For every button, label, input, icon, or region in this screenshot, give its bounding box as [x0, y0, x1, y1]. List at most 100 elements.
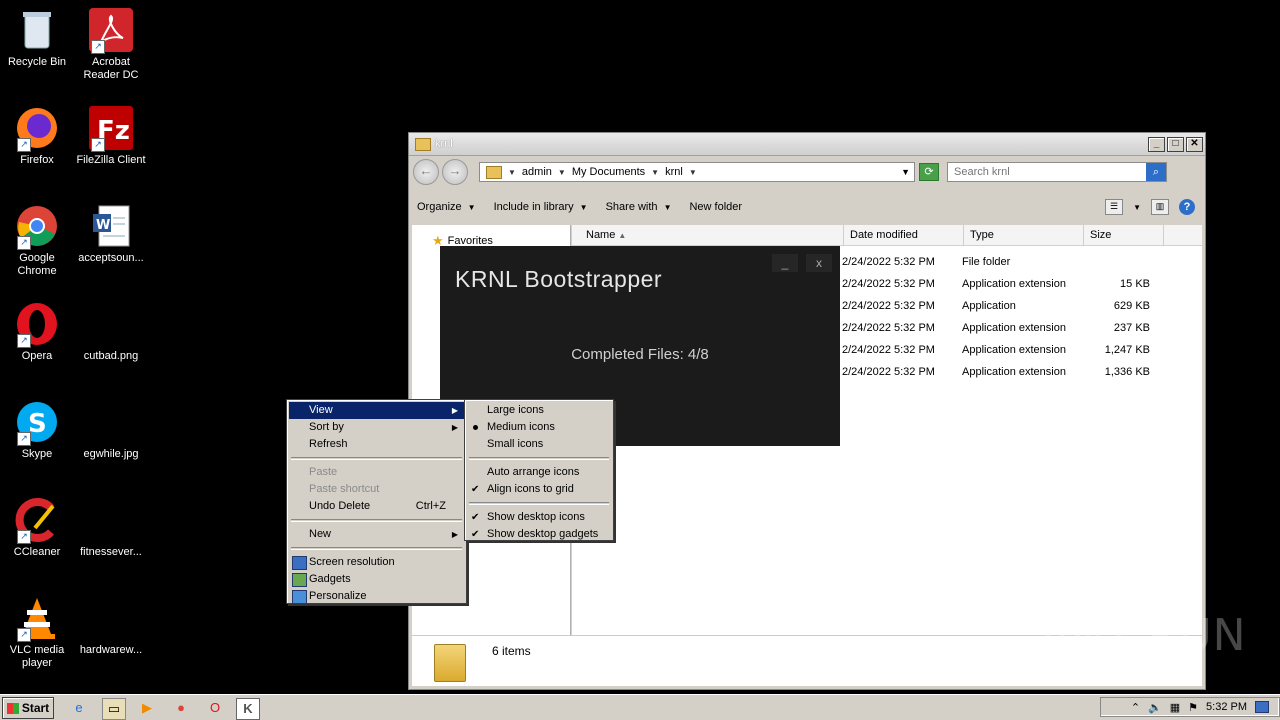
share-label: Share with: [605, 201, 658, 213]
firefox-icon: ↗: [15, 106, 59, 152]
desktop-icon-cutbad[interactable]: cutbad.png: [74, 302, 148, 363]
desktop-icon-label: Acrobat Reader DC: [83, 56, 139, 81]
row-date: 2/24/2022 5:32 PM: [842, 344, 935, 356]
row-date: 2/24/2022 5:32 PM: [842, 278, 935, 290]
share-with-button[interactable]: Share with ▼: [606, 201, 672, 213]
row-date: 2/24/2022 5:32 PM: [842, 322, 935, 334]
menu-item-view[interactable]: View ▶: [289, 402, 464, 419]
table-row[interactable]: 2/24/2022 5:32 PM Application 629 KB: [842, 295, 1150, 317]
chevron-down-icon: ▼: [467, 203, 476, 212]
personalize-icon: [292, 590, 307, 604]
desktop-icon-filezilla[interactable]: Fz ↗ FileZilla Client: [74, 106, 148, 167]
breadcrumb-my-documents[interactable]: My Documents: [572, 166, 645, 178]
table-row[interactable]: 2/24/2022 5:32 PM File folder: [842, 251, 1150, 273]
desktop-icon-hardwarew[interactable]: hardwarew...: [74, 596, 148, 657]
menu-item-show-desktop-icons[interactable]: ✔ Show desktop icons: [467, 509, 611, 526]
search-input[interactable]: [948, 165, 1146, 179]
volume-icon[interactable]: 🔈: [1148, 701, 1162, 714]
menu-item-auto-arrange[interactable]: Auto arrange icons: [467, 464, 611, 481]
column-size[interactable]: Size: [1084, 225, 1164, 245]
search-icon[interactable]: ⌕: [1146, 163, 1166, 181]
menu-item-screen-resolution[interactable]: Screen resolution: [289, 554, 464, 571]
desktop-icon-acrobat[interactable]: ↗ Acrobat Reader DC: [74, 8, 148, 82]
menu-item-personalize[interactable]: Personalize: [289, 588, 464, 605]
menu-item-gadgets[interactable]: Gadgets: [289, 571, 464, 588]
preview-pane-icon[interactable]: ▥: [1151, 199, 1169, 215]
row-date: 2/24/2022 5:32 PM: [842, 256, 935, 268]
menu-item-new[interactable]: New ▶: [289, 526, 464, 543]
menu-item-align-to-grid[interactable]: ✔ Align icons to grid: [467, 481, 611, 498]
breadcrumb-krnl[interactable]: krnl: [665, 166, 683, 178]
explorer-title-bar[interactable]: krnl _ □ ✕: [409, 133, 1205, 156]
help-icon[interactable]: ?: [1179, 199, 1195, 215]
chevron-down-icon: ▼: [579, 203, 588, 212]
menu-item-paste: Paste: [309, 466, 338, 478]
organize-button[interactable]: Organize ▼: [417, 201, 476, 213]
new-folder-button[interactable]: New folder: [689, 201, 742, 213]
internet-explorer-icon[interactable]: e: [68, 698, 90, 718]
checkmark-icon: ✔: [471, 512, 480, 523]
menu-item-undo-delete[interactable]: Undo Delete Ctrl+Z: [289, 498, 464, 515]
minimize-button[interactable]: _: [1148, 136, 1165, 152]
action-center-flag-icon[interactable]: ⚑: [1188, 701, 1198, 714]
desktop-icon-firefox[interactable]: ↗ Firefox: [0, 106, 74, 167]
desktop-icon-skype[interactable]: S ↗ Skype: [0, 400, 74, 461]
breadcrumb-arrow-icon[interactable]: ▼: [651, 168, 659, 177]
view-options-icon[interactable]: ☰: [1105, 199, 1124, 215]
clock[interactable]: 5:32 PM: [1206, 701, 1247, 713]
show-desktop-icon[interactable]: [1255, 701, 1269, 713]
menu-item-show-desktop-gadgets[interactable]: ✔ Show desktop gadgets: [467, 526, 611, 543]
menu-item-sort-by[interactable]: Sort by ▶: [289, 419, 464, 436]
krnl-minimize-button[interactable]: _: [772, 254, 798, 272]
search-box[interactable]: ⌕: [947, 162, 1167, 182]
address-bar[interactable]: ▼ admin ▼ My Documents ▼ krnl ▼ ▼: [479, 162, 915, 182]
address-dropdown-icon[interactable]: ▼: [901, 167, 910, 177]
maximize-button[interactable]: □: [1167, 136, 1184, 152]
menu-item-large-icons[interactable]: Large icons: [467, 402, 611, 419]
desktop-icon-egwhile[interactable]: egwhile.jpg: [74, 400, 148, 461]
chevron-up-icon[interactable]: ⌃: [1131, 701, 1140, 714]
explorer-taskbar-icon[interactable]: ▭: [102, 698, 126, 720]
desktop-icon-label: CCleaner: [13, 546, 61, 558]
breadcrumb-arrow-icon[interactable]: ▼: [508, 168, 516, 177]
breadcrumb-admin[interactable]: admin: [522, 166, 552, 178]
table-row[interactable]: 2/24/2022 5:32 PM Application extension 23…: [842, 317, 1150, 339]
start-button[interactable]: Start: [2, 697, 54, 719]
back-button[interactable]: ←: [413, 159, 439, 185]
organize-label: Organize: [417, 201, 462, 213]
chrome-taskbar-icon[interactable]: ●: [170, 698, 192, 718]
column-date[interactable]: Date modified: [844, 225, 964, 245]
image-file-icon: [89, 302, 133, 346]
krnl-close-button[interactable]: x: [806, 254, 832, 272]
desktop-icon-recycle-bin[interactable]: Recycle Bin: [0, 8, 74, 69]
krnl-taskbar-icon[interactable]: K: [236, 698, 260, 720]
include-in-library-button[interactable]: Include in library ▼: [494, 201, 588, 213]
desktop-icon-vlc[interactable]: ↗ VLC media player: [0, 596, 74, 670]
breadcrumb-arrow-icon[interactable]: ▼: [689, 168, 697, 177]
media-player-icon[interactable]: ▶: [136, 698, 158, 718]
table-row[interactable]: 2/24/2022 5:32 PM Application extension 15…: [842, 273, 1150, 295]
desktop-icon-chrome[interactable]: ↗ Google Chrome: [0, 204, 74, 278]
desktop-icon-opera[interactable]: ↗ Opera: [0, 302, 74, 363]
desktop-icon-label: cutbad.png: [83, 350, 139, 362]
close-button[interactable]: ✕: [1186, 136, 1203, 152]
desktop-icon-ccleaner[interactable]: ↗ CCleaner: [0, 498, 74, 559]
forward-button[interactable]: →: [442, 159, 468, 185]
menu-item-medium-icons[interactable]: Medium icons: [467, 419, 611, 436]
column-name[interactable]: Name ▲: [572, 225, 844, 245]
network-icon[interactable]: ▦: [1170, 701, 1180, 714]
refresh-icon[interactable]: ⟳: [919, 163, 939, 181]
menu-item-refresh[interactable]: Refresh: [289, 436, 464, 453]
opera-taskbar-icon[interactable]: O: [204, 698, 226, 718]
table-row[interactable]: 2/24/2022 5:32 PM Application extension 1,…: [842, 361, 1150, 383]
menu-item-small-icons[interactable]: Small icons: [467, 436, 611, 453]
desktop-context-menu: View ▶ Sort by ▶ Refresh Paste Paste short…: [286, 399, 467, 604]
column-type[interactable]: Type: [964, 225, 1084, 245]
table-row[interactable]: 2/24/2022 5:32 PM Application extension 1,…: [842, 339, 1150, 361]
desktop-icon-fitnessever[interactable]: fitnessever...: [74, 498, 148, 559]
breadcrumb-arrow-icon[interactable]: ▼: [558, 168, 566, 177]
chevron-down-icon[interactable]: ▼: [1133, 203, 1141, 212]
view-submenu: Large icons Medium icons Small icons Aut…: [464, 399, 614, 541]
menu-item-label: Align icons to grid: [487, 483, 574, 495]
desktop-icon-word-document[interactable]: W acceptsoun...: [74, 204, 148, 265]
